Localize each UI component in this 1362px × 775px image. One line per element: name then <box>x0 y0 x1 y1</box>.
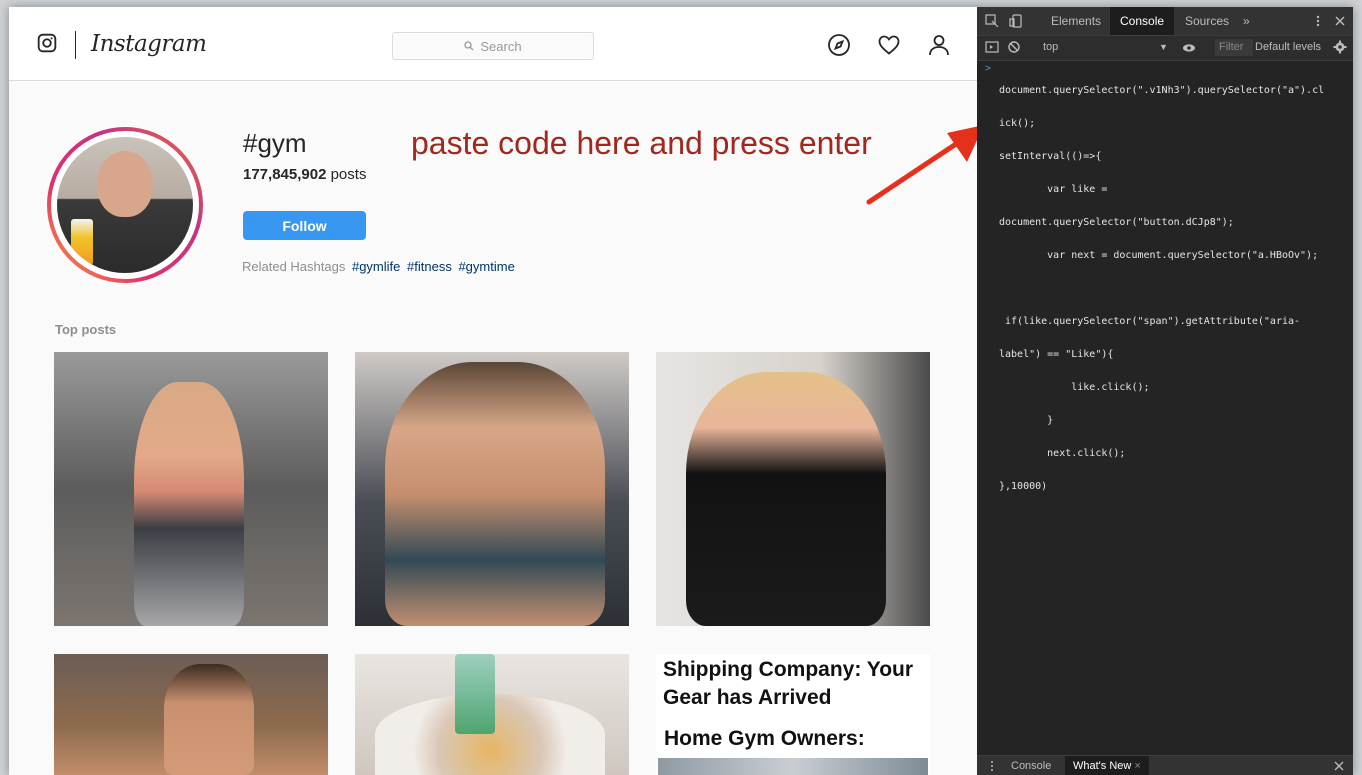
code-line: var next = document.querySelector("a.HBo… <box>999 250 1319 261</box>
explore-compass-icon[interactable] <box>827 33 851 57</box>
code-line: setInterval(()=>{ <box>999 151 1102 162</box>
post-thumbnail[interactable] <box>355 654 629 775</box>
post-thumbnail[interactable] <box>656 352 930 626</box>
instagram-page: Instagram Search #gym 177,845,902 posts … <box>9 7 984 775</box>
related-hashtag-link[interactable]: #gymtime <box>458 259 514 274</box>
console-prompt: > <box>985 63 992 74</box>
inspect-element-icon[interactable] <box>985 14 999 28</box>
close-devtools-icon[interactable] <box>1333 14 1347 28</box>
ad-subtitle: Home Gym Owners: <box>664 727 865 750</box>
red-arrow-icon <box>866 125 984 205</box>
profile-person-icon[interactable] <box>927 33 951 57</box>
code-line: ick(); <box>999 118 1036 129</box>
post-count-number: 177,845,902 <box>243 166 327 183</box>
drawer-tab-console[interactable]: Console <box>1003 756 1059 775</box>
drawer-tab-whats-new-label: What's New <box>1073 760 1132 772</box>
console-toolbar: top ▼ Filter Default levels <box>977 36 1353 61</box>
tab-sources[interactable]: Sources <box>1175 7 1239 35</box>
console-filter-input[interactable]: Filter <box>1215 39 1253 56</box>
browser-window: Instagram Search #gym 177,845,902 posts … <box>9 7 1353 775</box>
related-hashtags: Related Hashtags #gymlife #fitness #gymt… <box>242 259 515 274</box>
search-placeholder: Search <box>480 38 522 54</box>
live-expression-eye-icon[interactable] <box>1182 41 1196 55</box>
code-line: } <box>999 415 1054 426</box>
post-thumbnail[interactable] <box>54 654 328 775</box>
devtools-tab-bar: Elements Console Sources » <box>977 7 1353 36</box>
code-line: document.querySelector(".v1Nh3").querySe… <box>999 85 1325 96</box>
console-input-code[interactable]: document.querySelector(".v1Nh3").querySe… <box>999 63 1349 514</box>
console-output[interactable]: > document.querySelector(".v1Nh3").query… <box>977 61 1353 755</box>
code-line: next.click(); <box>999 448 1126 459</box>
code-line: document.querySelector("button.dCJp8"); <box>999 217 1234 228</box>
tab-console[interactable]: Console <box>1110 7 1175 35</box>
devtools-drawer-bar: Console What's New × <box>977 755 1353 775</box>
sponsored-post[interactable]: Shipping Company: Your Gear has Arrived … <box>656 654 930 775</box>
hashtag-avatar-photo <box>57 137 193 273</box>
post-count: 177,845,902 posts <box>243 166 366 183</box>
more-tabs-button[interactable]: » <box>1233 7 1260 35</box>
code-line: like.click(); <box>999 382 1150 393</box>
related-hashtags-label: Related Hashtags <box>242 259 346 274</box>
search-icon <box>464 41 474 51</box>
code-line: var like = <box>999 184 1108 195</box>
drawer-tab-whats-new[interactable]: What's New × <box>1065 756 1149 775</box>
logo-divider <box>75 31 76 59</box>
log-levels-dropdown[interactable]: Default levels <box>1255 41 1321 53</box>
tab-elements[interactable]: Elements <box>1041 7 1111 35</box>
header-nav <box>827 33 951 57</box>
post-thumbnail[interactable] <box>54 352 328 626</box>
instagram-camera-icon[interactable] <box>37 33 57 53</box>
clear-console-icon[interactable] <box>1007 40 1021 54</box>
devtools-panel: Elements Console Sources » top ▼ Filter … <box>977 7 1353 775</box>
instagram-wordmark[interactable]: Instagram <box>91 31 207 57</box>
related-hashtag-link[interactable]: #fitness <box>407 259 452 274</box>
kebab-menu-icon[interactable] <box>1311 14 1325 28</box>
post-thumbnail[interactable] <box>355 352 629 626</box>
code-line: },10000) <box>999 481 1048 492</box>
code-line: if(like.querySelector("span").getAttribu… <box>999 316 1301 327</box>
drawer-menu-icon[interactable] <box>987 760 997 772</box>
instruction-annotation: paste code here and press enter <box>411 125 872 161</box>
context-selector[interactable]: top <box>1043 41 1058 53</box>
code-line: label") == "Like"){ <box>999 349 1114 360</box>
show-sidebar-icon[interactable] <box>985 40 999 54</box>
settings-gear-icon[interactable] <box>1333 40 1347 54</box>
post-count-label: posts <box>330 166 367 183</box>
activity-heart-icon[interactable] <box>877 33 901 57</box>
hashtag-title: #gym <box>243 128 307 158</box>
hashtag-avatar <box>47 127 203 283</box>
ad-image <box>658 758 928 775</box>
top-posts-heading: Top posts <box>55 322 117 337</box>
close-drawer-icon[interactable] <box>1333 760 1345 772</box>
drawer-tab-close-icon[interactable]: × <box>1134 760 1140 772</box>
follow-button[interactable]: Follow <box>243 211 366 240</box>
device-toolbar-icon[interactable] <box>1009 14 1023 28</box>
instagram-header: Instagram Search <box>9 7 977 81</box>
context-dropdown-icon[interactable]: ▼ <box>1159 42 1168 52</box>
search-input[interactable]: Search <box>392 32 594 60</box>
ad-title: Shipping Company: Your Gear has Arrived <box>663 658 914 709</box>
related-hashtag-link[interactable]: #gymlife <box>352 259 400 274</box>
